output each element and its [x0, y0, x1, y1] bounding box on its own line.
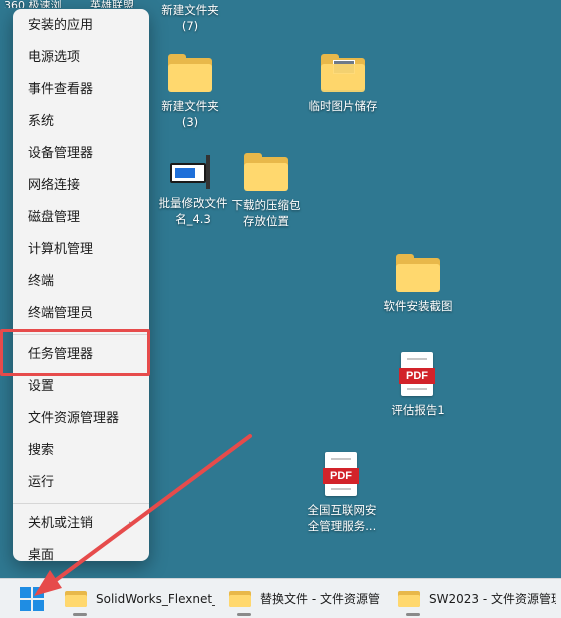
picture-folder-icon: [321, 54, 365, 92]
menu-item-network-connections[interactable]: 网络连接: [13, 170, 149, 202]
desktop-folder-downloads[interactable]: 下载的压缩包存放位置: [221, 153, 311, 229]
menu-item-file-explorer[interactable]: 文件资源管理器: [13, 403, 149, 435]
folder-icon: [168, 54, 212, 92]
taskbar-window-sw2023[interactable]: SW2023 - 文件资源管理: [398, 582, 556, 616]
desktop-pdf-internet-security[interactable]: PDF 全国互联网安全管理服务...: [297, 452, 387, 534]
desktop-icon-label: 下载的压缩包存放位置: [231, 198, 301, 228]
folder-icon: [244, 153, 288, 191]
menu-item-task-manager[interactable]: 任务管理器: [13, 339, 149, 371]
menu-item-terminal[interactable]: 终端: [13, 266, 149, 298]
menu-item-terminal-admin[interactable]: 终端管理员: [13, 298, 149, 330]
taskbar-window-replace-files[interactable]: 替换文件 - 文件资源管: [229, 582, 384, 616]
rename-app-icon: [170, 153, 216, 191]
menu-item-shutdown-signout[interactable]: 关机或注销 ›: [13, 508, 149, 540]
desktop-pdf-assessment-report[interactable]: PDF 评估报告1: [373, 352, 463, 418]
taskbar: SolidWorks_Flexnet_Se 替换文件 - 文件资源管 SW202…: [0, 578, 561, 618]
desktop-icon-label: 临时图片储存: [308, 99, 378, 113]
menu-item-search[interactable]: 搜索: [13, 435, 149, 467]
desktop-folder-temp-images[interactable]: 临时图片储存: [298, 54, 388, 114]
desktop-folder-install-screenshots[interactable]: 软件安装截图: [373, 254, 463, 314]
menu-item-installed-apps[interactable]: 安装的应用: [13, 10, 149, 42]
taskbar-window-label: SW2023 - 文件资源管理: [429, 592, 556, 606]
desktop-folder-new-7[interactable]: 新建文件夹 (7): [145, 2, 235, 34]
start-button[interactable]: [13, 582, 51, 616]
menu-item-run[interactable]: 运行: [13, 467, 149, 499]
menu-item-power-options[interactable]: 电源选项: [13, 42, 149, 74]
folder-icon: [396, 254, 440, 292]
menu-item-system[interactable]: 系统: [13, 106, 149, 138]
pdf-file-icon: PDF: [399, 352, 437, 398]
desktop-icon-label: 软件安装截图: [383, 299, 453, 313]
windows-logo-icon: [20, 586, 44, 611]
pdf-file-icon: PDF: [323, 452, 361, 498]
menu-separator: [13, 334, 149, 335]
menu-item-disk-management[interactable]: 磁盘管理: [13, 202, 149, 234]
menu-item-computer-management[interactable]: 计算机管理: [13, 234, 149, 266]
taskbar-window-label: SolidWorks_Flexnet_Se: [96, 591, 215, 606]
menu-item-label: 关机或注销: [28, 516, 94, 531]
taskbar-window-solidworks-flexnet[interactable]: SolidWorks_Flexnet_Se: [65, 582, 215, 616]
folder-icon: [398, 590, 420, 607]
start-context-menu: 安装的应用 电源选项 事件查看器 系统 设备管理器 网络连接 磁盘管理 计算机管…: [13, 9, 149, 563]
menu-item-event-viewer[interactable]: 事件查看器: [13, 74, 149, 106]
desktop-icon-label: 新建文件夹 (3): [161, 99, 219, 129]
desktop-folder-new-3[interactable]: 新建文件夹 (3): [145, 54, 235, 130]
menu-item-device-manager[interactable]: 设备管理器: [13, 138, 149, 170]
desktop-icon-label: 评估报告1: [391, 403, 445, 417]
desktop-icon-label: 全国互联网安全管理服务...: [307, 503, 377, 533]
desktop-icon-label: 新建文件夹 (7): [161, 3, 219, 33]
menu-item-desktop[interactable]: 桌面: [13, 540, 149, 572]
running-indicator: [73, 612, 87, 616]
running-indicator: [406, 612, 420, 616]
desktop-icon-label-peek: 360 极速浏: [4, 0, 62, 8]
running-indicator: [237, 612, 251, 616]
taskbar-window-label: 替换文件 - 文件资源管: [260, 592, 380, 606]
folder-icon: [229, 590, 251, 607]
menu-separator: [13, 503, 149, 504]
desktop-icon-label-peek: 英雄联盟: [90, 0, 134, 8]
folder-icon: [65, 590, 87, 607]
menu-item-settings[interactable]: 设置: [13, 371, 149, 403]
chevron-right-icon: ›: [128, 517, 133, 531]
